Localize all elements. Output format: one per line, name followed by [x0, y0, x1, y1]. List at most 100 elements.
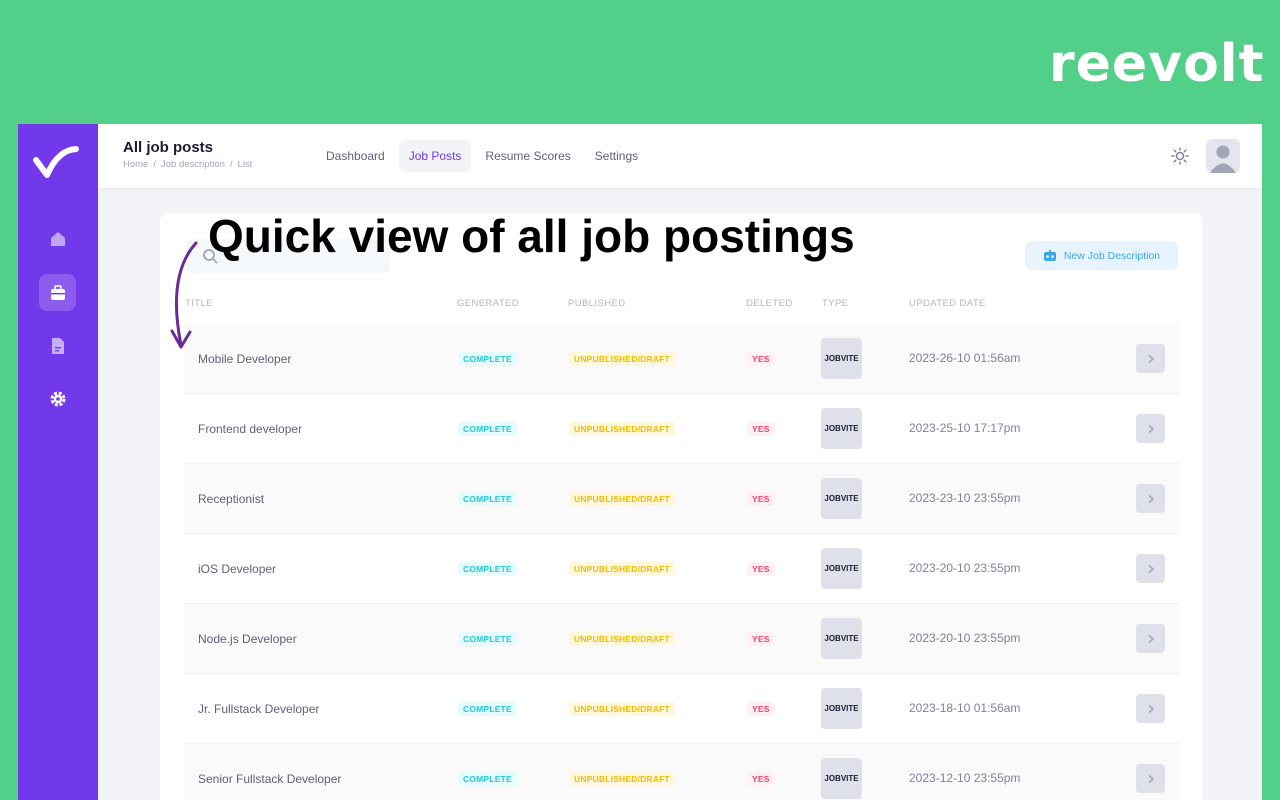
table-row[interactable]: Frontend developer COMPLETE UNPUBLISHED/… [184, 394, 1179, 464]
breadcrumb: Home / Job description / List [123, 159, 253, 170]
deleted-badge: YES [747, 772, 775, 786]
open-row-button[interactable] [1136, 624, 1165, 653]
sidebar-item-settings[interactable] [39, 380, 76, 417]
job-posts-table: Mobile Developer COMPLETE UNPUBLISHED/DR… [184, 324, 1179, 800]
gear-icon [50, 391, 65, 406]
top-bar: All job posts Home / Job description / List … [98, 124, 1262, 188]
table-row[interactable]: Receptionist COMPLETE UNPUBLISHED/DRAFT … [184, 464, 1179, 534]
open-row-button[interactable] [1136, 414, 1165, 443]
breadcrumb-list: List [237, 159, 253, 170]
open-row-button[interactable] [1136, 694, 1165, 723]
robot-icon [1043, 249, 1056, 261]
published-badge: UNPUBLISHED/DRAFT [569, 352, 675, 366]
deleted-badge: YES [747, 562, 775, 576]
published-badge: UNPUBLISHED/DRAFT [569, 772, 675, 786]
jobvite-logo: JOBVITE [821, 548, 862, 589]
tab-settings[interactable]: Settings [585, 140, 648, 172]
deleted-badge: YES [747, 492, 775, 506]
user-avatar-icon [1210, 145, 1236, 173]
chevron-right-icon [1147, 494, 1154, 503]
briefcase-icon [50, 284, 65, 300]
sidebar-item-home[interactable] [39, 220, 76, 257]
published-badge: UNPUBLISHED/DRAFT [569, 632, 675, 646]
brand-logo: reevolt [1049, 34, 1265, 94]
breadcrumb-home[interactable]: Home [123, 159, 148, 170]
chevron-right-icon [1147, 774, 1154, 783]
column-header-deleted[interactable]: DELETED [746, 298, 793, 309]
generated-badge: COMPLETE [458, 492, 517, 506]
job-title[interactable]: Receptionist [198, 492, 264, 506]
home-icon [50, 231, 65, 246]
jobvite-logo: JOBVITE [821, 758, 862, 799]
job-title[interactable]: Senior Fullstack Developer [198, 772, 341, 786]
updated-date: 2023-26-10 01:56am [909, 351, 1021, 365]
job-title[interactable]: iOS Developer [198, 562, 276, 576]
deleted-badge: YES [747, 352, 775, 366]
table-row[interactable]: Jr. Fullstack Developer COMPLETE UNPUBLI… [184, 674, 1179, 744]
generated-badge: COMPLETE [458, 772, 517, 786]
tab-resume-scores[interactable]: Resume Scores [475, 140, 580, 172]
new-job-description-button[interactable]: New Job Description [1025, 241, 1178, 270]
published-badge: UNPUBLISHED/DRAFT [569, 562, 675, 576]
generated-badge: COMPLETE [458, 352, 517, 366]
generated-badge: COMPLETE [458, 632, 517, 646]
new-job-description-label: New Job Description [1063, 249, 1161, 262]
job-posts-card: New Job Description TITLE GENERATED PUBL… [160, 213, 1202, 800]
deleted-badge: YES [747, 632, 775, 646]
breadcrumb-job-description[interactable]: Job description [161, 159, 225, 170]
annotation-arrow-icon [170, 241, 198, 349]
job-title[interactable]: Mobile Developer [198, 352, 291, 366]
open-row-button[interactable] [1136, 484, 1165, 513]
deleted-badge: YES [747, 422, 775, 436]
annotation-caption: Quick view of all job postings [208, 210, 855, 262]
chevron-right-icon [1147, 354, 1154, 363]
jobvite-logo: JOBVITE [821, 478, 862, 519]
jobvite-logo: JOBVITE [821, 338, 862, 379]
document-icon [51, 337, 64, 354]
app-logo-icon[interactable] [32, 142, 80, 182]
open-row-button[interactable] [1136, 344, 1165, 373]
tab-job-posts[interactable]: Job Posts [398, 140, 472, 172]
published-badge: UNPUBLISHED/DRAFT [569, 422, 675, 436]
updated-date: 2023-20-10 23:55pm [909, 561, 1021, 575]
table-row[interactable]: Node.js Developer COMPLETE UNPUBLISHED/D… [184, 604, 1179, 674]
main-nav: Dashboard Job Posts Resume Scores Settin… [316, 140, 652, 172]
generated-badge: COMPLETE [458, 702, 517, 716]
job-title[interactable]: Node.js Developer [198, 632, 297, 646]
updated-date: 2023-23-10 23:55pm [909, 491, 1021, 505]
column-header-updated-date[interactable]: UPDATED DATE [909, 298, 986, 309]
job-title[interactable]: Frontend developer [198, 422, 302, 436]
updated-date: 2023-18-10 01:56am [909, 701, 1021, 715]
generated-badge: COMPLETE [458, 562, 517, 576]
updated-date: 2023-12-10 23:55pm [909, 771, 1021, 785]
jobvite-logo: JOBVITE [821, 408, 862, 449]
tab-dashboard[interactable]: Dashboard [316, 140, 395, 172]
table-row[interactable]: iOS Developer COMPLETE UNPUBLISHED/DRAFT… [184, 534, 1179, 604]
sidebar-item-resumes[interactable] [39, 327, 76, 364]
job-title[interactable]: Jr. Fullstack Developer [198, 702, 319, 716]
chevron-right-icon [1147, 704, 1154, 713]
chevron-right-icon [1147, 634, 1154, 643]
column-header-type[interactable]: TYPE [822, 298, 848, 309]
table-row[interactable]: Mobile Developer COMPLETE UNPUBLISHED/DR… [184, 324, 1179, 394]
generated-badge: COMPLETE [458, 422, 517, 436]
published-badge: UNPUBLISHED/DRAFT [569, 702, 675, 716]
user-avatar[interactable] [1206, 139, 1240, 173]
open-row-button[interactable] [1136, 764, 1165, 793]
jobvite-logo: JOBVITE [821, 618, 862, 659]
sidebar [18, 124, 98, 800]
sidebar-item-job-posts[interactable] [39, 274, 76, 311]
jobvite-logo: JOBVITE [821, 688, 862, 729]
updated-date: 2023-20-10 23:55pm [909, 631, 1021, 645]
chevron-right-icon [1147, 424, 1154, 433]
open-row-button[interactable] [1136, 554, 1165, 583]
deleted-badge: YES [747, 702, 775, 716]
sun-icon[interactable] [1171, 147, 1189, 165]
chevron-right-icon [1147, 564, 1154, 573]
page-title: All job posts [123, 139, 213, 156]
table-row[interactable]: Senior Fullstack Developer COMPLETE UNPU… [184, 744, 1179, 800]
column-header-published[interactable]: PUBLISHED [568, 298, 625, 309]
published-badge: UNPUBLISHED/DRAFT [569, 492, 675, 506]
updated-date: 2023-25-10 17:17pm [909, 421, 1021, 435]
column-header-generated[interactable]: GENERATED [457, 298, 519, 309]
